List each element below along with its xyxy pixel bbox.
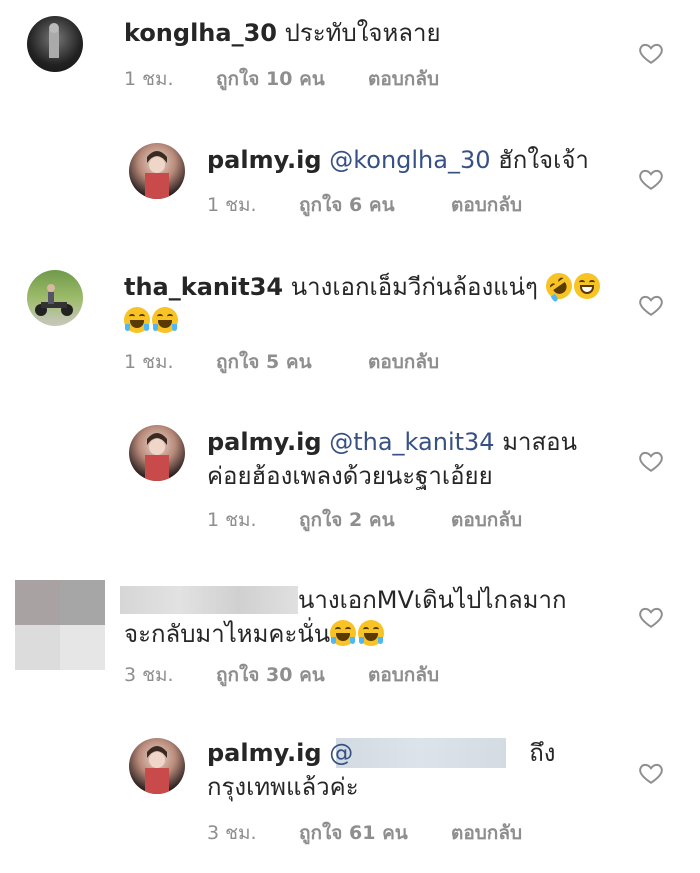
mention-link[interactable]: @ bbox=[329, 739, 353, 767]
username-link[interactable]: palmy.ig bbox=[207, 739, 322, 767]
comment-body: ค่อยฮ้องเพลงด้วยนะฐาเอ้ยย bbox=[207, 462, 493, 490]
comment-meta: 3 ชม. ถูกใจ 30 คน ตอบกลับ bbox=[124, 660, 439, 690]
likes-count[interactable]: ถูกใจ 10 คน bbox=[216, 64, 368, 94]
likes-count[interactable]: ถูกใจ 61 คน bbox=[299, 818, 451, 848]
timestamp: 1 ชม. bbox=[207, 509, 257, 531]
username-link[interactable]: tha_kanit34 bbox=[124, 273, 283, 301]
likes-count[interactable]: ถูกใจ 6 คน bbox=[299, 190, 451, 220]
avatar[interactable] bbox=[15, 580, 105, 670]
timestamp: 1 ชม. bbox=[207, 194, 257, 216]
heart-icon[interactable] bbox=[638, 760, 664, 786]
comment-body: ฮักใจเจ้า bbox=[498, 146, 589, 174]
comment-body: ประทับใจหลาย bbox=[284, 19, 441, 47]
avatar[interactable] bbox=[27, 270, 83, 326]
likes-count[interactable]: ถูกใจ 30 คน bbox=[216, 660, 368, 690]
heart-icon[interactable] bbox=[638, 40, 664, 66]
avatar[interactable] bbox=[129, 143, 185, 199]
comment-text: นางเอกMVเดินไปไกลมาก จะกลับมาไหมคะนั่น bbox=[124, 583, 567, 651]
heart-icon[interactable] bbox=[638, 292, 664, 318]
comment-body: ถึง bbox=[529, 739, 556, 767]
comment-meta: 1 ชม. ถูกใจ 5 คน ตอบกลับ bbox=[124, 347, 439, 377]
comment-meta: 1 ชม. ถูกใจ 10 คน ตอบกลับ bbox=[124, 64, 439, 94]
comment-body: กรุงเทพแล้วค่ะ bbox=[207, 773, 359, 801]
comment-text: konglha_30 ประทับใจหลาย bbox=[124, 16, 441, 50]
comment-body: นางเอกเอ็มวีก่นล้องแน่ๆ bbox=[290, 273, 538, 301]
mention-link[interactable]: @tha_kanit34 bbox=[329, 428, 494, 456]
comment-body: จะกลับมาไหมคะนั่น bbox=[124, 620, 331, 648]
avatar[interactable] bbox=[27, 16, 83, 72]
grinning-face-emoji bbox=[573, 273, 600, 299]
heart-icon[interactable] bbox=[638, 604, 664, 630]
avatar[interactable] bbox=[129, 425, 185, 481]
comment-text: palmy.ig @tha_kanit34 มาสอน ค่อยฮ้องเพลง… bbox=[207, 425, 577, 493]
likes-count[interactable]: ถูกใจ 2 คน bbox=[299, 505, 451, 535]
timestamp: 3 ชม. bbox=[207, 822, 257, 844]
avatar[interactable] bbox=[129, 738, 185, 794]
heart-icon[interactable] bbox=[638, 166, 664, 192]
comment-body: มาสอน bbox=[502, 428, 577, 456]
reply-button[interactable]: ตอบกลับ bbox=[451, 505, 522, 535]
likes-count[interactable]: ถูกใจ 5 คน bbox=[216, 347, 368, 377]
reply-button[interactable]: ตอบกลับ bbox=[368, 347, 439, 377]
comment-text: palmy.ig @konglha_30 ฮักใจเจ้า bbox=[207, 143, 589, 177]
comment-meta: 1 ชม. ถูกใจ 6 คน ตอบกลับ bbox=[207, 190, 522, 220]
mention-link[interactable]: @konglha_30 bbox=[329, 146, 490, 174]
comment-meta: 1 ชม. ถูกใจ 2 คน ตอบกลับ bbox=[207, 505, 522, 535]
face-with-tears-of-joy-emoji bbox=[330, 620, 357, 646]
rolling-on-floor-laughing-emoji bbox=[540, 267, 577, 305]
face-with-tears-of-joy-emoji bbox=[358, 620, 385, 646]
comment-meta: 3 ชม. ถูกใจ 61 คน ตอบกลับ bbox=[207, 818, 522, 848]
reply-button[interactable]: ตอบกลับ bbox=[451, 190, 522, 220]
comment-text: tha_kanit34 นางเอกเอ็มวีก่นล้องแน่ๆ bbox=[124, 267, 624, 338]
comment-body: นางเอกMVเดินไปไกลมาก bbox=[298, 586, 567, 614]
reply-button[interactable]: ตอบกลับ bbox=[368, 64, 439, 94]
comment-text: palmy.ig @ ถึง กรุงเทพแล้วค่ะ bbox=[207, 736, 555, 804]
username-link[interactable]: palmy.ig bbox=[207, 146, 322, 174]
face-with-tears-of-joy-emoji bbox=[152, 307, 178, 333]
heart-icon[interactable] bbox=[638, 448, 664, 474]
timestamp: 3 ชม. bbox=[124, 664, 174, 686]
reply-button[interactable]: ตอบกลับ bbox=[368, 660, 439, 690]
username-link[interactable]: konglha_30 bbox=[124, 19, 277, 47]
timestamp: 1 ชม. bbox=[124, 68, 174, 90]
reply-button[interactable]: ตอบกลับ bbox=[451, 818, 522, 848]
face-with-tears-of-joy-emoji bbox=[124, 307, 150, 333]
username-link[interactable]: palmy.ig bbox=[207, 428, 322, 456]
timestamp: 1 ชม. bbox=[124, 351, 174, 373]
